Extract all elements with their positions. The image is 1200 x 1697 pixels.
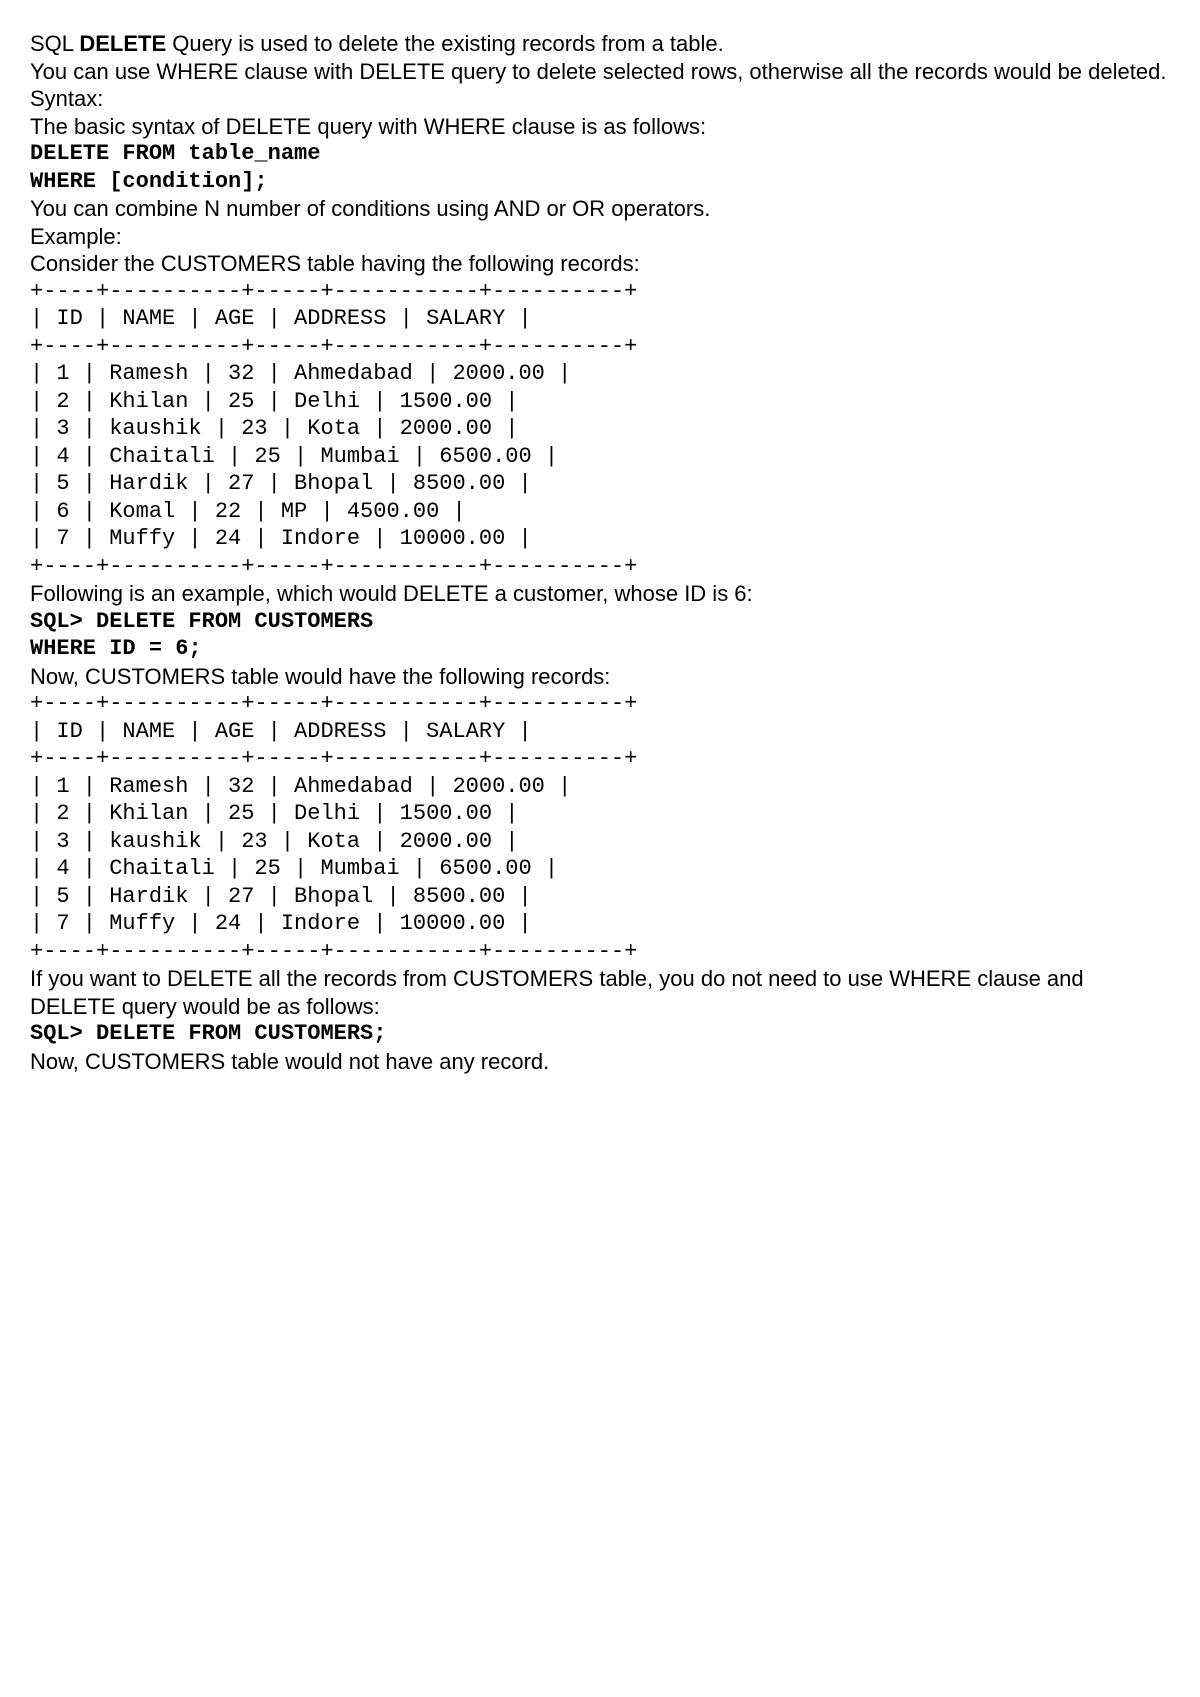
table1-header: | ID | NAME | AGE | ADDRESS | SALARY |	[30, 305, 1170, 333]
example-label: Example:	[30, 223, 1170, 251]
table-row: | 5 | Hardik | 27 | Bhopal | 8500.00 |	[30, 883, 1170, 911]
table-row: | 4 | Chaitali | 25 | Mumbai | 6500.00 |	[30, 443, 1170, 471]
table-row: | 2 | Khilan | 25 | Delhi | 1500.00 |	[30, 388, 1170, 416]
code-where-condition: WHERE [condition];	[30, 168, 1170, 196]
table-row: | 1 | Ramesh | 32 | Ahmedabad | 2000.00 …	[30, 773, 1170, 801]
table-row: | 5 | Hardik | 27 | Bhopal | 8500.00 |	[30, 470, 1170, 498]
table-row: | 7 | Muffy | 24 | Indore | 10000.00 |	[30, 910, 1170, 938]
syntax-label: Syntax:	[30, 85, 1170, 113]
now-result-2: Now, CUSTOMERS table would not have any …	[30, 1048, 1170, 1076]
table2-border-mid: +----+----------+-----+-----------+-----…	[30, 745, 1170, 773]
table-row: | 7 | Muffy | 24 | Indore | 10000.00 |	[30, 525, 1170, 553]
now-result-1: Now, CUSTOMERS table would have the foll…	[30, 663, 1170, 691]
code-delete-from: DELETE FROM table_name	[30, 140, 1170, 168]
table-row: | 1 | Ramesh | 32 | Ahmedabad | 2000.00 …	[30, 360, 1170, 388]
table-row: | 3 | kaushik | 23 | Kota | 2000.00 |	[30, 828, 1170, 856]
code-delete-customers-l1: SQL> DELETE FROM CUSTOMERS	[30, 608, 1170, 636]
table2-header: | ID | NAME | AGE | ADDRESS | SALARY |	[30, 718, 1170, 746]
table2-border-top: +----+----------+-----+-----------+-----…	[30, 690, 1170, 718]
combine-note: You can combine N number of conditions u…	[30, 195, 1170, 223]
example-desc: Consider the CUSTOMERS table having the …	[30, 250, 1170, 278]
intro-para-1: SQL DELETE Query is used to delete the e…	[30, 30, 1170, 58]
intro-para-2: You can use WHERE clause with DELETE que…	[30, 58, 1170, 86]
table1-border-mid: +----+----------+-----+-----------+-----…	[30, 333, 1170, 361]
code-delete-customers-l2: WHERE ID = 6;	[30, 635, 1170, 663]
text: Query is used to delete the existing rec…	[166, 31, 724, 56]
table-row: | 4 | Chaitali | 25 | Mumbai | 6500.00 |	[30, 855, 1170, 883]
table-row: | 6 | Komal | 22 | MP | 4500.00 |	[30, 498, 1170, 526]
syntax-desc: The basic syntax of DELETE query with WH…	[30, 113, 1170, 141]
code-delete-all: SQL> DELETE FROM CUSTOMERS;	[30, 1020, 1170, 1048]
delete-keyword: DELETE	[79, 31, 166, 56]
table-row: | 2 | Khilan | 25 | Delhi | 1500.00 |	[30, 800, 1170, 828]
table1-border-bottom: +----+----------+-----+-----------+-----…	[30, 553, 1170, 581]
table1-border-top: +----+----------+-----+-----------+-----…	[30, 278, 1170, 306]
table-row: | 3 | kaushik | 23 | Kota | 2000.00 |	[30, 415, 1170, 443]
delete-all-note: If you want to DELETE all the records fr…	[30, 965, 1170, 1020]
table2-border-bottom: +----+----------+-----+-----------+-----…	[30, 938, 1170, 966]
following-example: Following is an example, which would DEL…	[30, 580, 1170, 608]
text: SQL	[30, 31, 79, 56]
